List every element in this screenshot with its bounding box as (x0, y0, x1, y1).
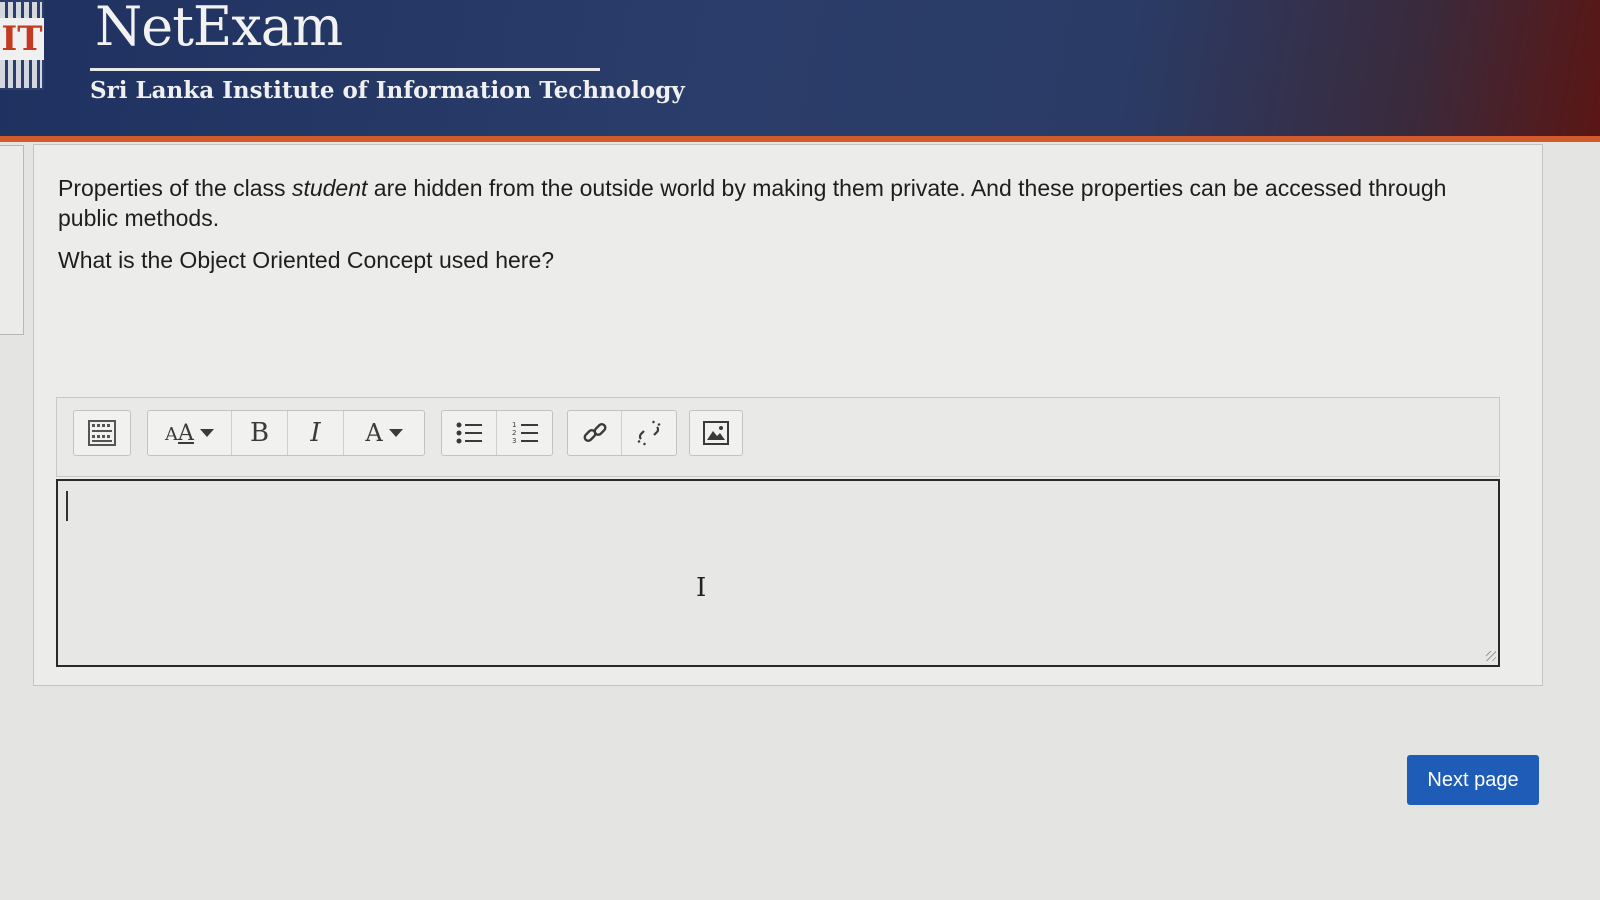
font-size-button[interactable]: AA (148, 411, 232, 455)
svg-text:2: 2 (512, 429, 516, 437)
institute-logo: IT (0, 0, 44, 90)
answer-editor: AA B I A 1 2 3 I (56, 397, 1500, 669)
chevron-down-icon (199, 429, 214, 437)
text-cursor (66, 491, 68, 521)
toolbar-group-media (689, 410, 743, 456)
side-panel (0, 145, 24, 335)
toolbar-group-toggle (73, 410, 131, 456)
font-size-sub-glyph: A (178, 420, 194, 446)
mouse-ibeam-cursor-icon: I (696, 573, 707, 603)
numbered-list-icon: 123 (512, 421, 538, 445)
unlink-icon (637, 420, 661, 446)
question-emphasis: student (291, 175, 368, 201)
institute-name: Sri Lanka Institute of Information Techn… (90, 77, 685, 104)
font-color-button[interactable]: A (344, 411, 424, 455)
svg-text:1: 1 (512, 421, 516, 429)
bold-icon: B (249, 418, 270, 448)
link-button[interactable] (568, 411, 622, 455)
answer-textarea[interactable] (56, 479, 1500, 667)
question-text: Properties of the class student are hidd… (58, 173, 1498, 287)
bulleted-list-icon (456, 422, 482, 444)
question-card: Properties of the class student are hidd… (33, 144, 1543, 686)
bold-button[interactable]: B (232, 411, 288, 455)
header-accent-stripe (0, 136, 1600, 142)
resize-handle[interactable] (1486, 651, 1496, 661)
link-icon (583, 423, 606, 442)
svg-text:3: 3 (512, 437, 516, 445)
logo-text: IT (0, 18, 44, 60)
toolbar-group-lists: 123 (441, 410, 553, 456)
toolbar-toggle-button[interactable] (74, 411, 130, 455)
brand-title: NetExam (95, 0, 343, 58)
insert-image-button[interactable] (690, 411, 742, 455)
image-icon (703, 421, 729, 445)
toolbar-toggle-icon (88, 420, 116, 446)
toolbar-group-format: AA B I A (147, 410, 425, 456)
font-color-icon: A (365, 419, 383, 447)
question-text-part: Properties of the class (58, 175, 292, 201)
font-size-icon: AA (165, 421, 194, 446)
question-statement: Properties of the class student are hidd… (58, 173, 1498, 233)
font-size-glyph: A (165, 423, 179, 445)
italic-button[interactable]: I (288, 411, 344, 455)
bulleted-list-button[interactable] (442, 411, 497, 455)
chevron-down-icon (388, 429, 403, 437)
editor-toolbar: AA B I A 1 2 3 (56, 397, 1500, 477)
toolbar-group-links (567, 410, 677, 456)
numbered-list-button[interactable]: 123 (497, 411, 552, 455)
italic-icon: I (310, 418, 321, 448)
question-prompt: What is the Object Oriented Concept used… (58, 247, 555, 273)
unlink-button[interactable] (622, 411, 676, 455)
brand-divider (90, 68, 600, 71)
site-header: IT NetExam Sri Lanka Institute of Inform… (0, 0, 1600, 140)
next-page-button[interactable]: Next page (1407, 755, 1539, 805)
